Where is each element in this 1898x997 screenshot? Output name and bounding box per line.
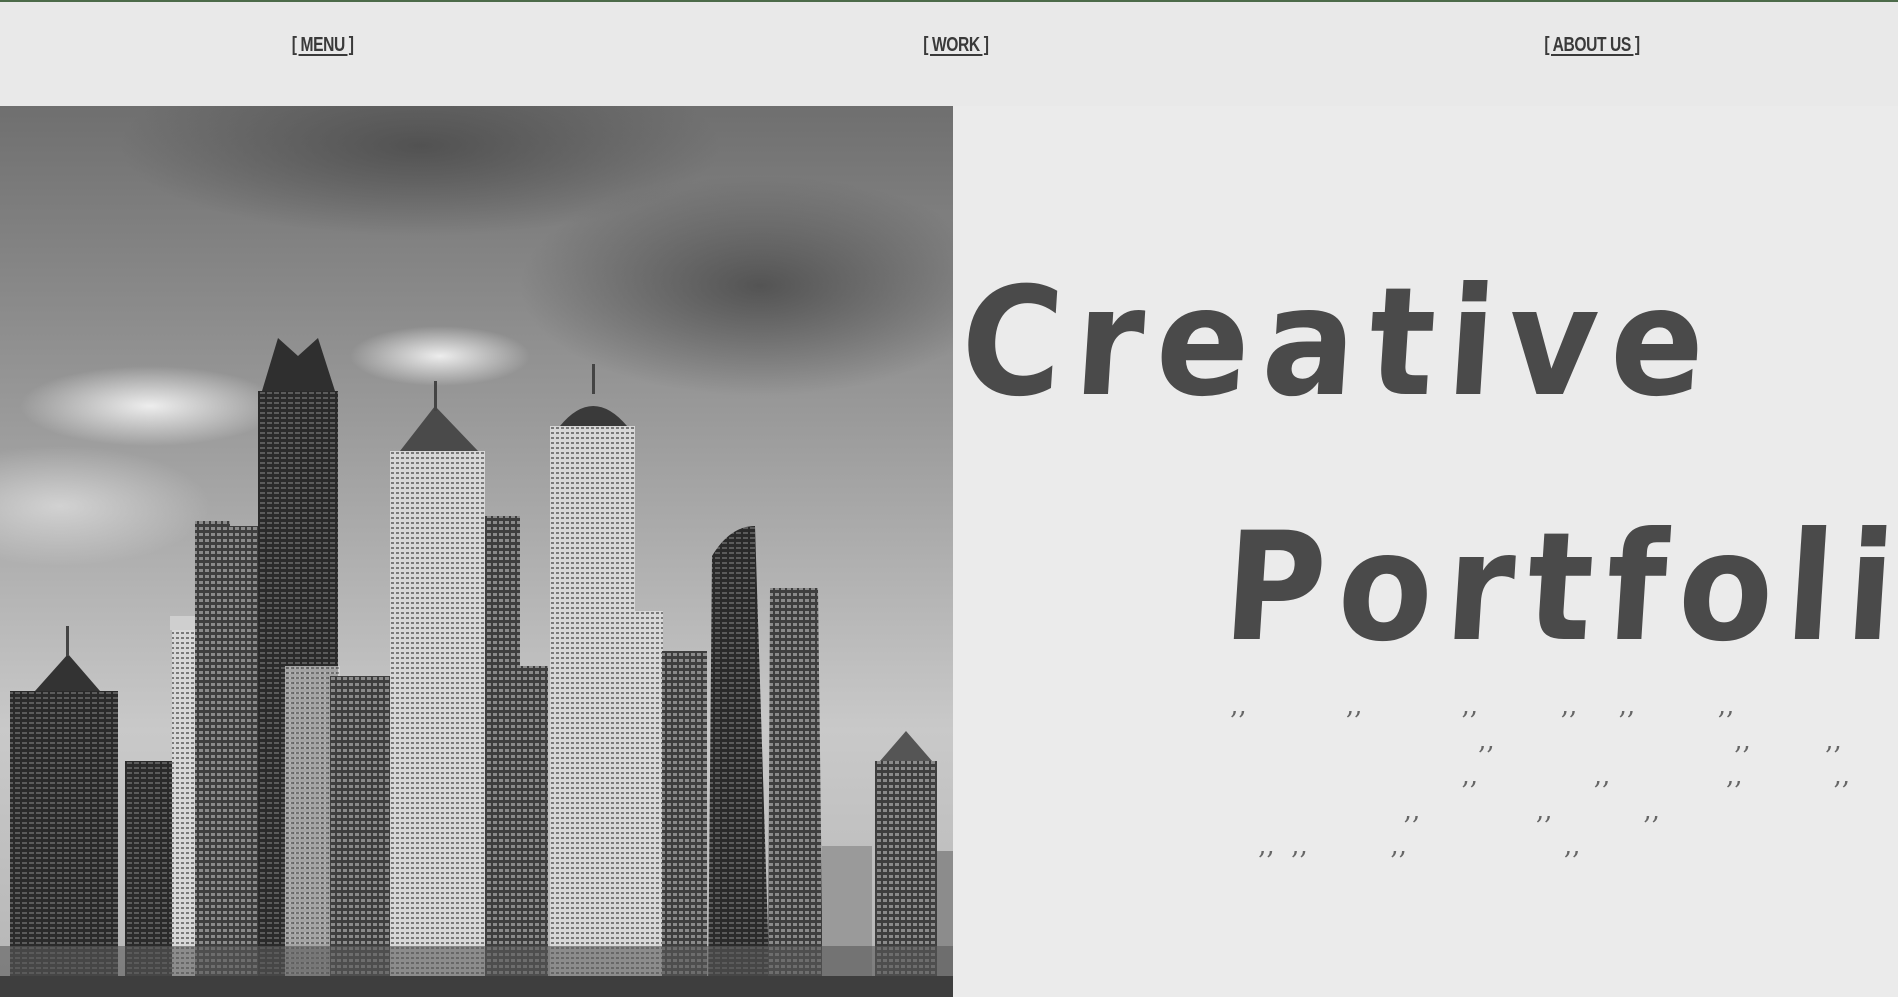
hero-title-portfolio: Portfolio — [1218, 501, 1898, 675]
skyline-photo — [0, 106, 953, 997]
hero-text-line: ‚‚ ‚‚ ‚‚ ‚‚ — [1230, 761, 1850, 791]
nav-menu-link[interactable]: [ MENU ] — [292, 34, 354, 57]
hero-text-line: ‚‚ ‚‚ ‚‚ ‚‚ — [1258, 831, 1581, 861]
hero-text-line: ‚‚ ‚‚ ‚‚ ‚‚ — [1230, 726, 1898, 756]
nav-work-link[interactable]: [ WORK ] — [923, 34, 989, 57]
hero-text-line: ‚‚ ‚‚ ‚‚ — [1230, 796, 1660, 826]
top-navigation: [ MENU ] [ WORK ] [ ABOUT US ] — [0, 2, 1898, 106]
nav-about-us-link[interactable]: [ ABOUT US ] — [1544, 34, 1640, 57]
hero-title-creative: Creative — [955, 256, 1723, 430]
hero-text-panel: Creative Portfolio ‚‚ ‚‚ ‚‚ ‚‚ ‚‚ ‚‚ ‚‚ … — [953, 106, 1898, 997]
hero-text-line: ‚‚ ‚‚ ‚‚ ‚‚ ‚‚ ‚‚ — [1230, 691, 1735, 721]
